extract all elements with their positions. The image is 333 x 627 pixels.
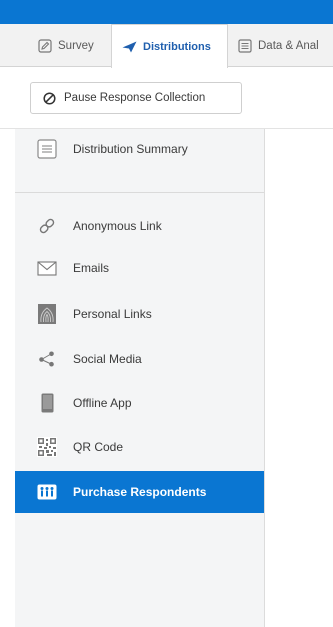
pause-button-label: Pause Response Collection	[64, 92, 206, 104]
pause-response-collection-button[interactable]: Pause Response Collection	[30, 82, 242, 114]
sidebar-item-label: Offline App	[73, 396, 132, 410]
sidebar-item-label: Personal Links	[73, 307, 152, 321]
tab-survey[interactable]: Survey	[28, 24, 110, 67]
pencil-icon	[38, 38, 52, 53]
sidebar-item-personal-links[interactable]: Personal Links	[15, 294, 264, 334]
sidebar-item-anonymous-link[interactable]: Anonymous Link	[15, 206, 264, 246]
tab-bar: Survey Distributions Data & Anal	[0, 24, 333, 68]
paper-plane-icon	[122, 41, 137, 52]
sidebar-item-label: QR Code	[73, 440, 124, 454]
envelope-icon	[36, 260, 58, 276]
sidebar-item-label: Distribution Summary	[73, 142, 188, 156]
sidebar-item-label: Purchase Respondents	[73, 485, 207, 499]
sidebar-item-label: Social Media	[73, 352, 142, 366]
sidebar-divider	[15, 192, 264, 193]
sidebar-item-distribution-summary[interactable]: Distribution Summary	[15, 129, 264, 169]
sidebar-item-label: Emails	[73, 261, 110, 275]
qr-code-icon	[36, 437, 58, 457]
top-bar	[0, 0, 333, 24]
tab-distributions[interactable]: Distributions	[111, 24, 228, 68]
sidebar-item-label: Anonymous Link	[73, 219, 162, 233]
tab-survey-label: Survey	[58, 39, 94, 52]
sidebar-item-purchase-respondents[interactable]: Purchase Respondents	[15, 471, 264, 513]
circle-slash-icon	[43, 91, 56, 105]
tab-data-analysis[interactable]: Data & Anal	[232, 24, 319, 67]
list-icon	[238, 38, 252, 53]
fingerprint-icon	[36, 304, 58, 324]
people-icon	[36, 484, 58, 500]
summary-icon	[36, 139, 58, 159]
distribution-sidebar: Distribution Summary Anonymous Link Emai…	[15, 129, 265, 627]
link-icon	[36, 217, 58, 235]
sidebar-item-offline-app[interactable]: Offline App	[15, 383, 264, 423]
sidebar-item-qr-code[interactable]: QR Code	[15, 427, 264, 467]
tablet-icon	[36, 393, 58, 413]
sidebar-item-emails[interactable]: Emails	[15, 248, 264, 288]
tab-data-analysis-label: Data & Anal	[258, 39, 319, 52]
sidebar-item-social-media[interactable]: Social Media	[15, 339, 264, 379]
share-icon	[36, 351, 58, 367]
tab-distributions-label: Distributions	[143, 40, 211, 53]
